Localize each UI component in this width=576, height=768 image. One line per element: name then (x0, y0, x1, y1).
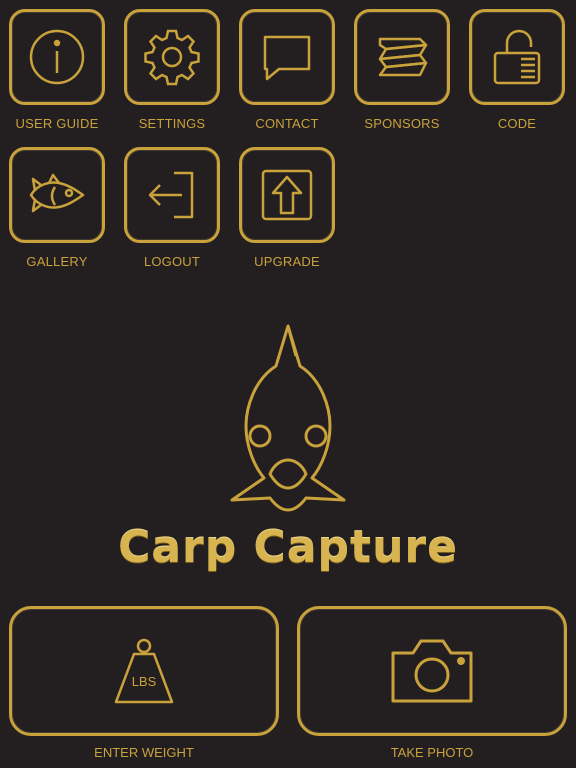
fish-icon (29, 173, 85, 213)
logout-label: LOGOUT (143, 254, 201, 269)
camera-icon (391, 639, 473, 703)
unlock-icon (493, 29, 541, 85)
take-photo-button[interactable] (297, 606, 567, 736)
logout-icon (148, 171, 194, 219)
user-guide-button[interactable] (9, 9, 105, 105)
take-photo-label: TAKE PHOTO (390, 745, 474, 760)
settings-button[interactable] (124, 9, 220, 105)
contact-label: CONTACT (255, 116, 319, 131)
gallery-label: GALLERY (26, 254, 88, 269)
upgrade-arrow-icon (261, 169, 313, 221)
code-label: CODE (497, 116, 537, 131)
user-guide-label: USER GUIDE (15, 116, 99, 131)
enter-weight-label: ENTER WEIGHT (94, 745, 194, 760)
info-icon (29, 29, 85, 85)
upgrade-button[interactable] (239, 147, 335, 243)
enter-weight-button[interactable]: LBS (9, 606, 279, 736)
banner-icon (378, 37, 428, 77)
sponsors-label: SPONSORS (364, 116, 440, 131)
chat-bubble-icon (263, 35, 311, 81)
sponsors-button[interactable] (354, 9, 450, 105)
settings-label: SETTINGS (138, 116, 206, 131)
gallery-button[interactable] (9, 147, 105, 243)
contact-button[interactable] (239, 9, 335, 105)
logout-button[interactable] (124, 147, 220, 243)
code-button[interactable] (469, 9, 565, 105)
weight-icon: LBS (114, 638, 174, 704)
gear-icon (144, 29, 200, 86)
app-title: Carp Capture (118, 522, 458, 573)
lbs-badge: LBS (132, 674, 157, 689)
carp-logo-icon (230, 324, 346, 512)
upgrade-label: UPGRADE (254, 254, 320, 269)
